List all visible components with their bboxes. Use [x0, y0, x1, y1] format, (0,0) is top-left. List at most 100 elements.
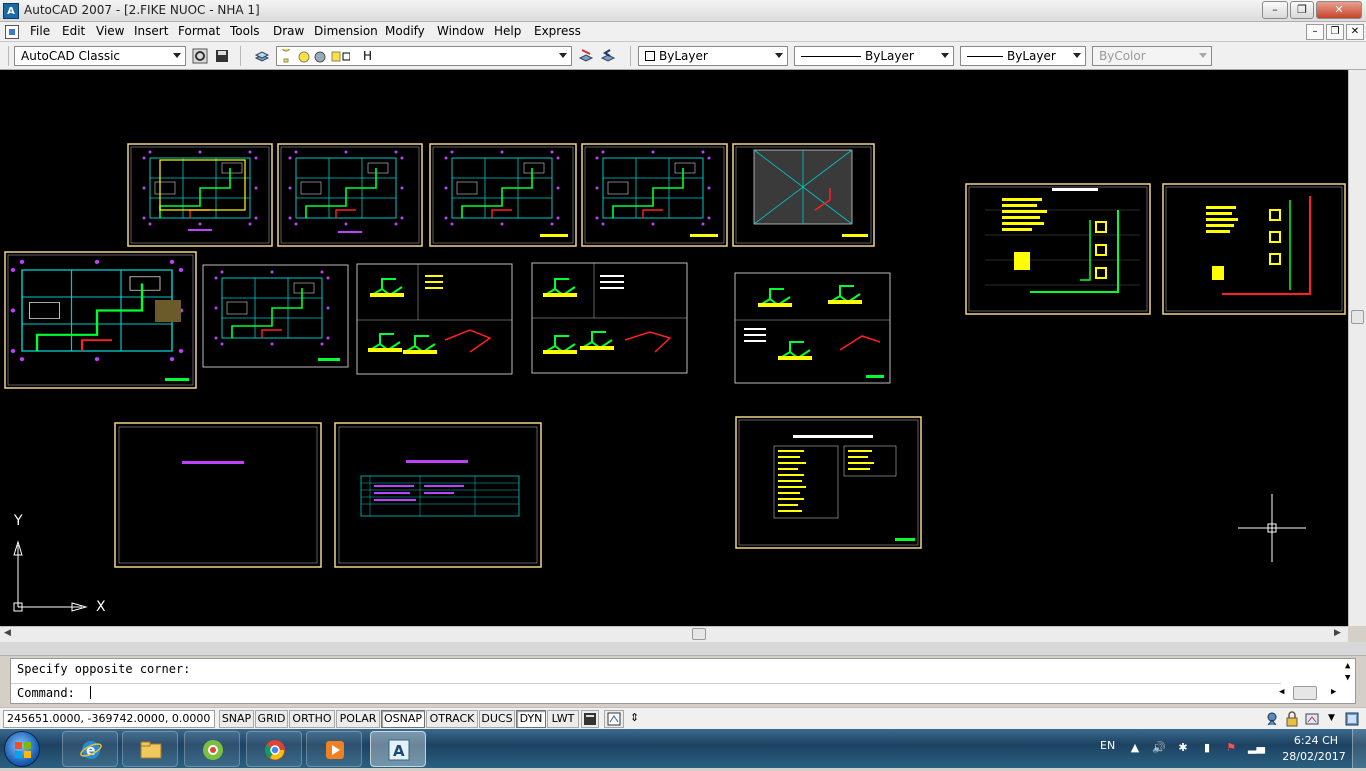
- clock-date[interactable]: 28/02/2017: [1282, 750, 1346, 763]
- status-expand-icon[interactable]: ⇕: [630, 711, 639, 724]
- color-swatch: [645, 51, 655, 61]
- chevron-down-icon: [775, 53, 783, 58]
- taskbar-media-player[interactable]: [306, 731, 362, 767]
- menu-format[interactable]: Format: [178, 24, 220, 38]
- menu-draw[interactable]: Draw: [273, 24, 304, 38]
- lwt-toggle[interactable]: LWT: [547, 710, 579, 728]
- layer-manager-icon[interactable]: [254, 48, 270, 64]
- vertical-scrollbar[interactable]: [1348, 70, 1366, 626]
- lineweight-dropdown[interactable]: ByLayer: [960, 46, 1086, 66]
- drawing-minimize-button[interactable]: –: [1306, 24, 1324, 40]
- horizontal-scroll-thumb[interactable]: [692, 628, 706, 640]
- linetype-dropdown[interactable]: ByLayer: [794, 46, 954, 66]
- network-signal-icon[interactable]: ▂▄: [1248, 741, 1265, 755]
- dyn-toggle[interactable]: DYN: [516, 710, 546, 728]
- drawing-area[interactable]: Y X: [0, 70, 1348, 626]
- status-settings-icon[interactable]: [1304, 711, 1320, 727]
- clock-time[interactable]: 6:24 CH: [1288, 734, 1344, 747]
- sheet-iso-detail-2[interactable]: [531, 262, 688, 374]
- tray-expand-icon[interactable]: ▲: [1128, 741, 1142, 755]
- menu-window[interactable]: Window: [437, 24, 484, 38]
- command-scroll-down-icon[interactable]: ▼: [1345, 673, 1350, 683]
- status-bar: 245651.0000, -369742.0000, 0.0000 SNAP G…: [0, 707, 1366, 729]
- command-scroll-up-icon[interactable]: ▲: [1345, 661, 1350, 671]
- coordinate-display[interactable]: 245651.0000, -369742.0000, 0.0000: [3, 710, 215, 728]
- command-prompt-row[interactable]: Command:: [17, 686, 92, 700]
- menu-dimension[interactable]: Dimension: [314, 24, 378, 38]
- bluetooth-icon[interactable]: ✱: [1176, 741, 1190, 755]
- sheet-site-plan[interactable]: [4, 251, 197, 389]
- toolbar-lock-icon[interactable]: [1284, 711, 1300, 727]
- menu-view[interactable]: View: [96, 24, 124, 38]
- sheet-floor-plan-2[interactable]: [277, 143, 423, 247]
- otrack-toggle[interactable]: OTRACK: [426, 710, 478, 728]
- command-window[interactable]: Specify opposite corner: Command: ▲ ▼ ◀ …: [10, 658, 1356, 704]
- workspace-dropdown[interactable]: AutoCAD Classic: [14, 46, 186, 66]
- polar-toggle[interactable]: POLAR: [336, 710, 380, 728]
- autocad-app-icon[interactable]: A: [3, 3, 19, 19]
- sheet-drawing-index[interactable]: [334, 422, 542, 568]
- layer-dropdown[interactable]: H: [276, 46, 572, 66]
- volume-icon[interactable]: 🔊: [1152, 741, 1166, 755]
- command-hscroll-thumb[interactable]: [1293, 686, 1317, 700]
- grid-toggle[interactable]: GRID: [255, 710, 288, 728]
- workspace-save-icon[interactable]: [214, 48, 230, 64]
- command-hscroll-left-icon[interactable]: ◀: [1279, 687, 1284, 697]
- taskbar-autocad[interactable]: A: [370, 731, 426, 767]
- ortho-toggle[interactable]: ORTHO: [289, 710, 335, 728]
- menu-modify[interactable]: Modify: [385, 24, 425, 38]
- sheet-cover-page[interactable]: [114, 422, 322, 568]
- drawing-restore-button[interactable]: ❐: [1326, 24, 1344, 40]
- autocad-icon: A: [388, 739, 410, 761]
- osnap-toggle[interactable]: OSNAP: [381, 710, 425, 728]
- snap-toggle[interactable]: SNAP: [219, 710, 254, 728]
- model-space-icon[interactable]: [581, 710, 599, 728]
- horizontal-scrollbar[interactable]: ◀ ▶: [0, 626, 1348, 642]
- sheet-general-notes[interactable]: [735, 416, 922, 549]
- command-hscroll-right-icon[interactable]: ▶: [1331, 687, 1336, 697]
- power-icon[interactable]: ▮: [1200, 741, 1214, 755]
- sheet-iso-detail-3[interactable]: [734, 272, 891, 384]
- scroll-right-icon[interactable]: ▶: [1334, 628, 1341, 638]
- document-icon[interactable]: [5, 25, 19, 39]
- drawing-close-button[interactable]: ✕: [1346, 24, 1364, 40]
- sheet-floor-plan-3[interactable]: [429, 143, 577, 247]
- menu-express[interactable]: Express: [534, 24, 581, 38]
- vertical-scroll-thumb[interactable]: [1351, 310, 1364, 324]
- taskbar-coccoc[interactable]: [184, 731, 240, 767]
- window-maximize-button[interactable]: ❐: [1290, 1, 1314, 19]
- sheet-iso-detail-1[interactable]: [356, 263, 513, 375]
- sheet-floor-plan-5[interactable]: [202, 264, 349, 368]
- menu-edit[interactable]: Edit: [62, 24, 85, 38]
- toolbar-grip[interactable]: [8, 46, 9, 66]
- workspace-settings-icon[interactable]: [192, 48, 208, 64]
- sheet-riser-diagram-1[interactable]: [965, 183, 1151, 315]
- sheet-floor-plan-4[interactable]: [581, 143, 728, 247]
- command-input-caret[interactable]: [90, 686, 92, 699]
- communication-center-icon[interactable]: [1264, 711, 1280, 727]
- scroll-left-icon[interactable]: ◀: [4, 628, 11, 638]
- action-center-icon[interactable]: ⚑: [1224, 741, 1238, 755]
- input-language[interactable]: EN: [1100, 739, 1115, 752]
- color-dropdown[interactable]: ByLayer: [638, 46, 788, 66]
- make-object-layer-current-icon[interactable]: [578, 48, 594, 64]
- taskbar-explorer[interactable]: [122, 731, 178, 767]
- window-close-button[interactable]: ✕: [1316, 1, 1362, 19]
- sheet-roof-plan[interactable]: [732, 143, 875, 247]
- layout-icon[interactable]: [604, 710, 624, 728]
- start-button[interactable]: [4, 731, 40, 767]
- layer-previous-icon[interactable]: [600, 48, 616, 64]
- window-minimize-button[interactable]: –: [1262, 1, 1288, 19]
- sheet-riser-diagram-2[interactable]: [1162, 183, 1346, 315]
- show-desktop-button[interactable]: [1352, 729, 1366, 768]
- ducs-toggle[interactable]: DUCS: [479, 710, 515, 728]
- clean-screen-icon[interactable]: [1344, 711, 1360, 727]
- taskbar-ie[interactable]: e: [62, 731, 118, 767]
- taskbar-chrome[interactable]: [246, 731, 302, 767]
- sheet-floor-plan-1[interactable]: [127, 143, 273, 247]
- menu-file[interactable]: File: [30, 24, 50, 38]
- menu-tools[interactable]: Tools: [230, 24, 260, 38]
- menu-insert[interactable]: Insert: [134, 24, 168, 38]
- menu-help[interactable]: Help: [494, 24, 521, 38]
- status-menu-chevron-icon[interactable]: ▼: [1328, 713, 1335, 723]
